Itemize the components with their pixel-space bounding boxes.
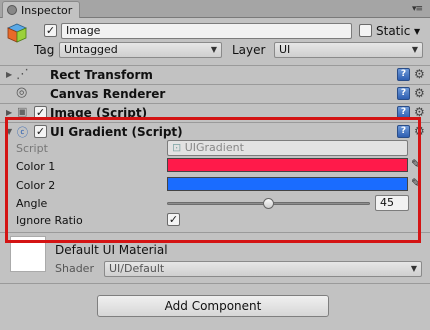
gear-icon[interactable]: ⚙ [414,86,425,100]
tab-inspector[interactable]: Inspector [2,1,80,18]
tag-dropdown-value: Untagged [64,43,118,56]
object-name-field[interactable]: Image [61,23,352,39]
chevron-down-icon: ▼ [410,264,417,273]
divider [0,283,430,284]
tab-inspector-label: Inspector [21,3,73,17]
active-checkbox[interactable]: ✓ [44,24,57,37]
foldout-arrow-icon[interactable]: ▶ [6,108,12,117]
static-label: Static [376,24,411,38]
component-canvas-renderer[interactable]: ◎ Canvas Renderer ? ⚙ [0,84,430,103]
info-icon [7,5,17,15]
component-title: Rect Transform [50,68,153,82]
add-component-button[interactable]: Add Component [97,295,329,317]
component-rect-transform[interactable]: ▶ ⋰ Rect Transform ? ⚙ [0,65,430,84]
shader-label: Shader [55,262,94,275]
canvas-renderer-icon: ◎ [16,85,28,100]
help-icon[interactable]: ? [397,87,410,100]
chevron-down-icon: ▼ [210,45,217,54]
highlight-box [5,117,421,243]
tag-label: Tag [34,43,55,57]
help-icon[interactable]: ? [397,68,410,81]
rect-transform-icon: ⋰ [16,67,29,82]
chevron-down-icon: ▼ [411,45,418,54]
foldout-arrow-icon[interactable]: ▶ [6,70,12,79]
shader-dropdown[interactable]: UI/Default ▼ [104,261,422,277]
static-checkbox[interactable] [359,24,372,37]
material-name: Default UI Material [55,243,168,257]
static-dropdown-arrow-icon[interactable]: ▼ [414,27,420,36]
gear-icon[interactable]: ⚙ [414,67,425,81]
layer-label: Layer [232,43,266,57]
layer-dropdown[interactable]: UI ▼ [274,42,423,58]
gameobject-cube-icon [7,23,27,43]
inspector-tabbar: Inspector ▾≡ [0,0,430,18]
component-title: Canvas Renderer [50,87,166,101]
shader-dropdown-value: UI/Default [109,262,165,275]
options-menu-icon[interactable]: ▾≡ [412,4,423,14]
layer-dropdown-value: UI [279,43,291,56]
tag-dropdown[interactable]: Untagged ▼ [59,42,222,58]
